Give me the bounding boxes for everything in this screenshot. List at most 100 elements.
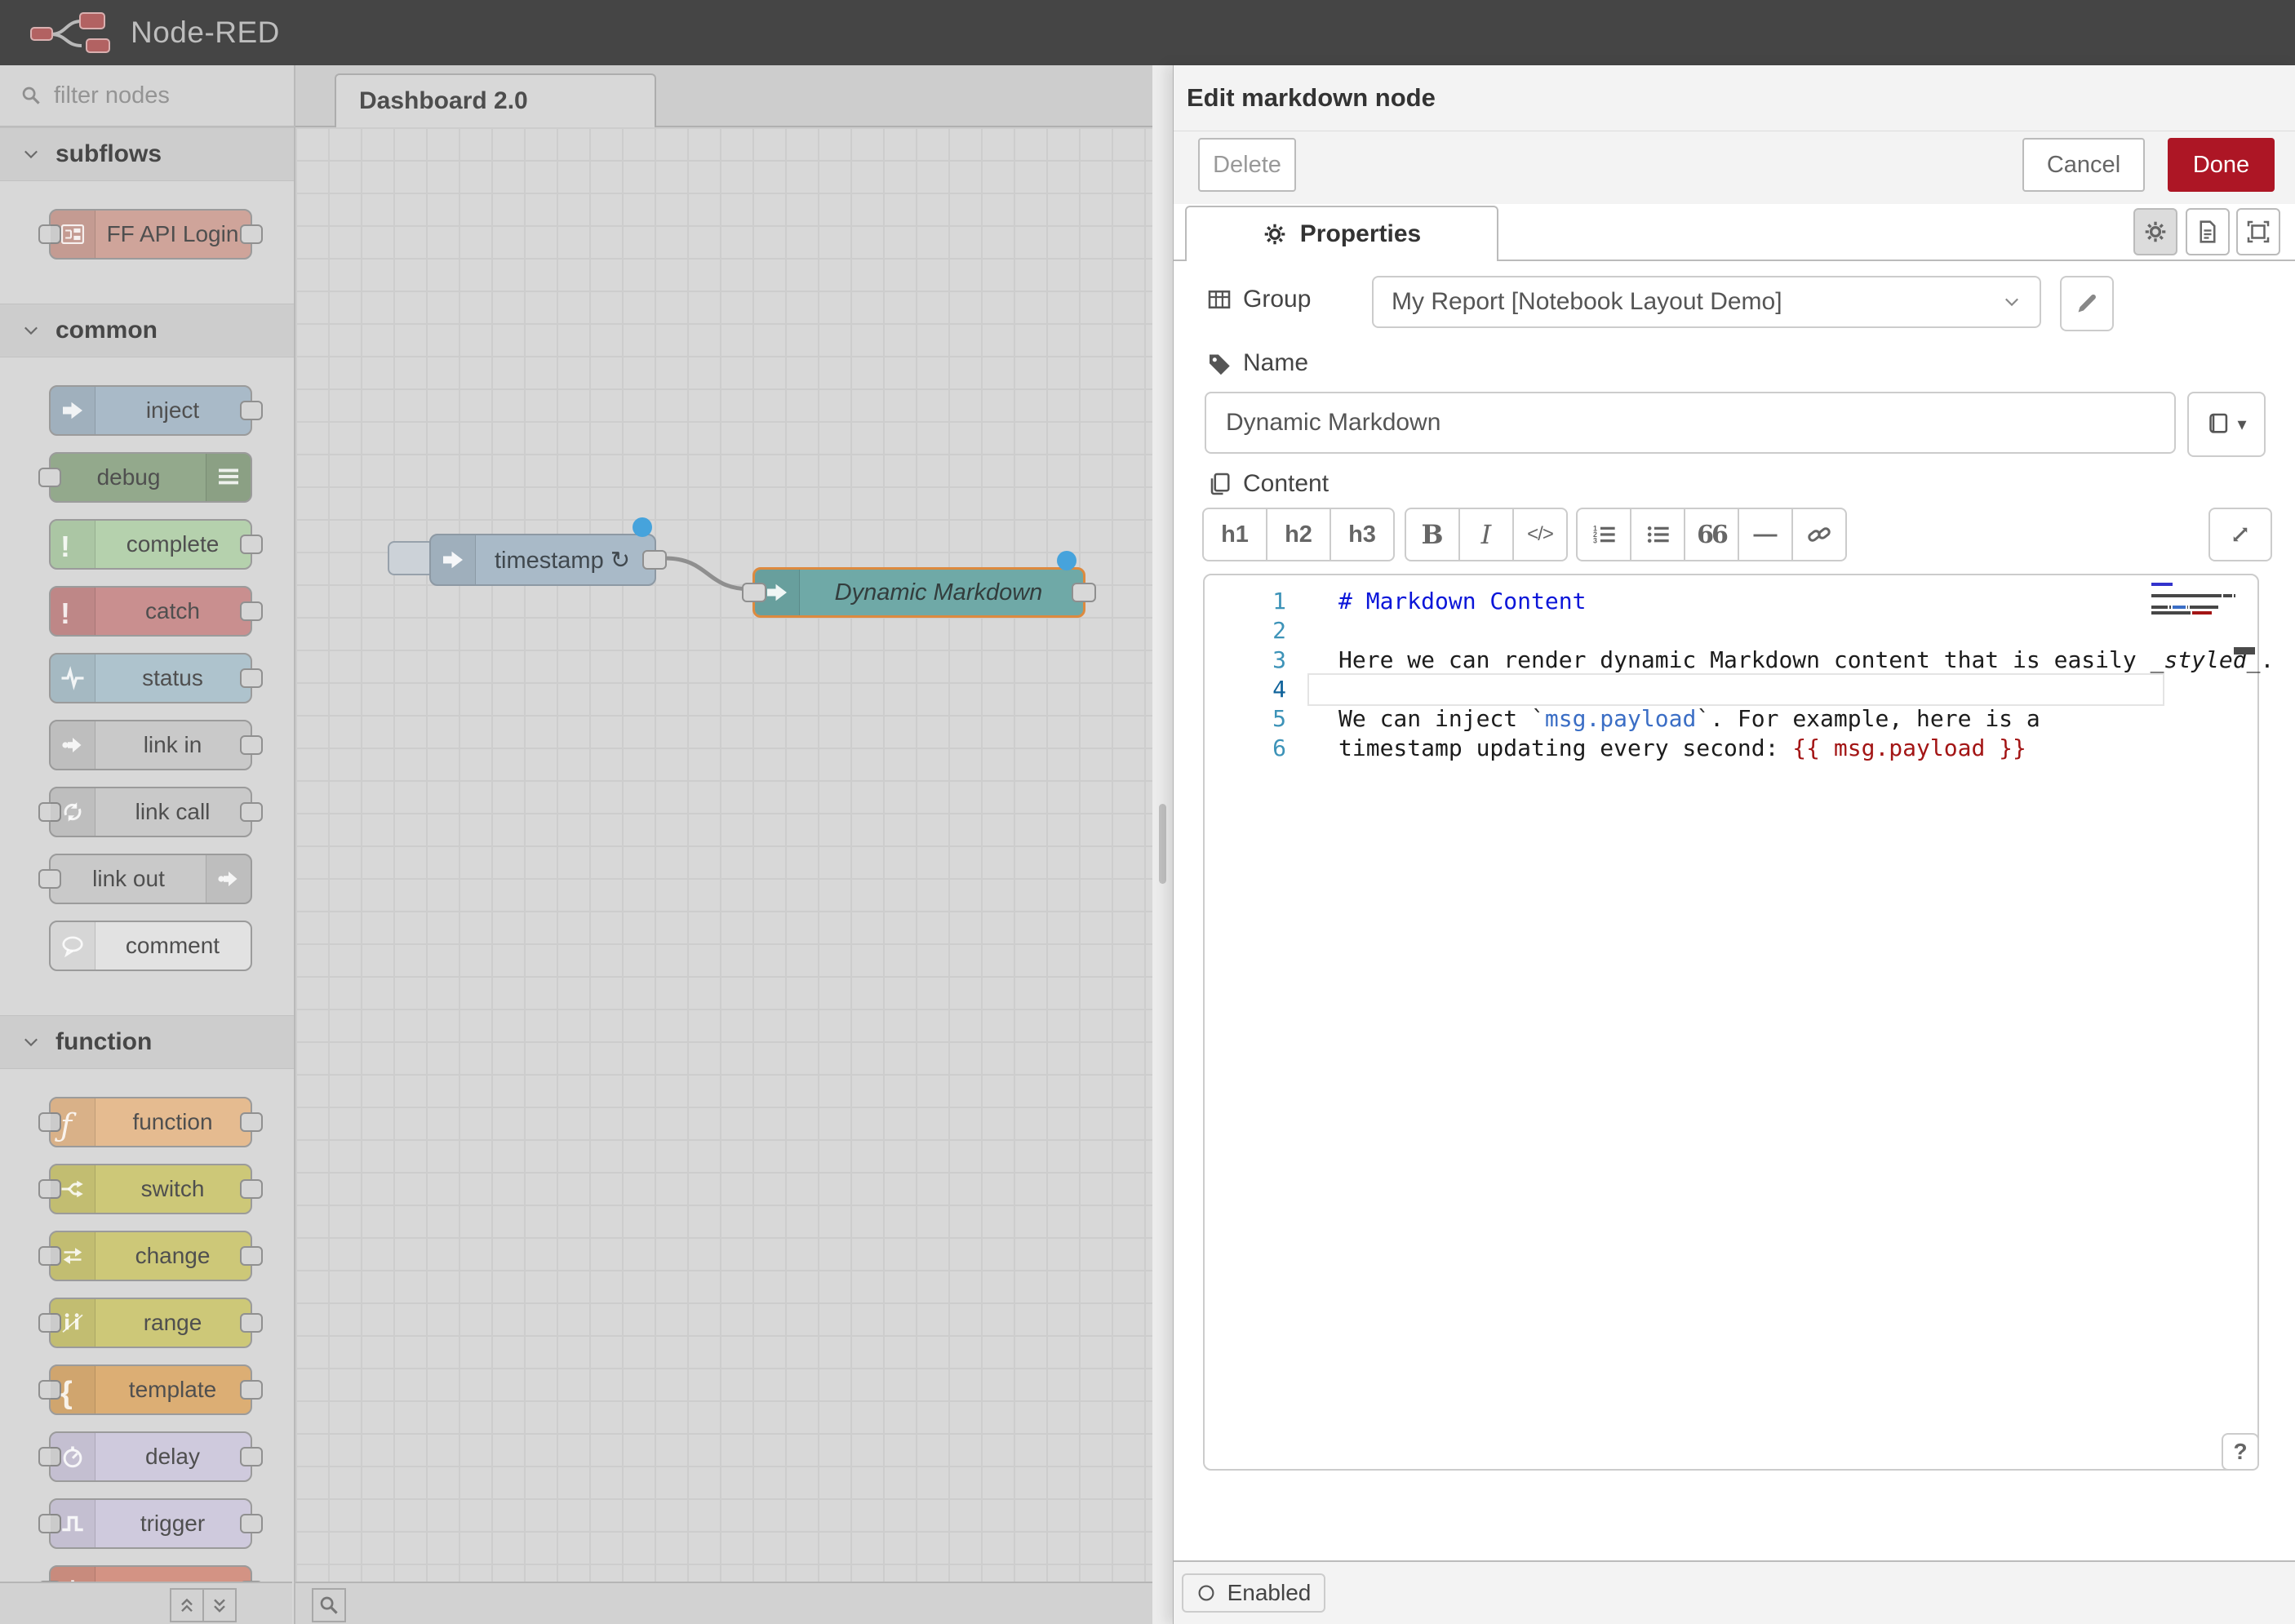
- output-port[interactable]: [642, 550, 667, 570]
- code-line-6[interactable]: 6timestamp updating every second: {{ msg…: [1205, 734, 2257, 763]
- palette-node-comment[interactable]: comment: [49, 921, 252, 971]
- node-palette: subflows FF API Login common inject debug !co…: [0, 65, 295, 1624]
- palette-node-trigger[interactable]: trigger: [49, 1498, 252, 1549]
- h3-button[interactable]: h3: [1331, 509, 1393, 560]
- panel-divider[interactable]: [1152, 65, 1173, 1624]
- group-select[interactable]: My Report [Notebook Layout Demo]: [1372, 276, 2041, 328]
- group-select-value: My Report [Notebook Layout Demo]: [1392, 288, 1782, 316]
- edit-group-button[interactable]: [2060, 276, 2114, 331]
- palette-node-link-in[interactable]: link in: [49, 720, 252, 770]
- palette-category-subflows[interactable]: subflows: [0, 127, 294, 181]
- palette-collapse-all-button[interactable]: [170, 1588, 204, 1622]
- line-number: 1: [1205, 587, 1316, 616]
- toolbar-group-headings: h1h2h3: [1202, 508, 1395, 561]
- pencil-icon: [2075, 291, 2099, 316]
- palette-expand-all-button[interactable]: [202, 1588, 237, 1622]
- description-view-button[interactable]: [2186, 208, 2230, 255]
- enabled-label: Enabled: [1227, 1580, 1312, 1606]
- tab-properties[interactable]: Properties: [1185, 206, 1498, 261]
- change-swap-icon: [51, 1232, 95, 1280]
- code-line-4[interactable]: 4: [1205, 675, 2257, 704]
- editor-minimap[interactable]: [2151, 582, 2236, 616]
- code-line-5[interactable]: 5We can inject `msg.payload`. For exampl…: [1205, 704, 2257, 734]
- palette-filter-input[interactable]: [52, 82, 260, 110]
- divider-grip-handle[interactable]: [1159, 804, 1166, 884]
- inject-trigger-button[interactable]: [388, 541, 435, 575]
- book-icon: [2206, 412, 2231, 437]
- node-enabled-toggle[interactable]: Enabled: [1182, 1573, 1325, 1613]
- double-chevron-down-icon: [210, 1595, 229, 1615]
- markdown-code-editor[interactable]: 1# Markdown Content23Here we can render …: [1203, 574, 2259, 1471]
- palette-category-label: subflows: [55, 140, 162, 168]
- palette-category-label: function: [55, 1028, 152, 1056]
- template-brace-icon: {: [51, 1366, 95, 1413]
- palette-search[interactable]: [0, 65, 294, 127]
- horizontal-rule-button[interactable]: —: [1739, 509, 1793, 560]
- delete-button[interactable]: Delete: [1198, 138, 1296, 192]
- function-f-icon: ƒ: [51, 1098, 95, 1146]
- code-line-2[interactable]: 2: [1205, 616, 2257, 646]
- italic-button[interactable]: I: [1460, 509, 1514, 560]
- flow-node-timestamp[interactable]: timestamp ↻: [429, 534, 656, 586]
- editor-help-button[interactable]: ?: [2222, 1433, 2259, 1471]
- expand-editor-button[interactable]: [2208, 508, 2272, 561]
- code-line-3[interactable]: 3Here we can render dynamic Markdown con…: [1205, 646, 2257, 675]
- link-button[interactable]: [1793, 509, 1845, 560]
- palette-category-common[interactable]: common: [0, 304, 294, 357]
- bold-button[interactable]: B: [1406, 509, 1460, 560]
- output-port[interactable]: [1072, 583, 1096, 602]
- palette-node-complete[interactable]: !complete: [49, 519, 252, 570]
- h2-button[interactable]: h2: [1267, 509, 1331, 560]
- tag-icon: [1207, 351, 1232, 375]
- tray-buttonbar: Delete Cancel Done: [1174, 131, 2295, 204]
- palette-category-function[interactable]: function: [0, 1015, 294, 1069]
- inject-arrow-icon: [431, 535, 476, 584]
- palette-node-FF-API-Login[interactable]: FF API Login: [49, 209, 252, 260]
- changed-indicator-dot: [1057, 551, 1076, 570]
- canvas-footer: [295, 1582, 1152, 1624]
- appearance-view-button[interactable]: [2236, 208, 2280, 255]
- palette-node-inject[interactable]: inject: [49, 385, 252, 436]
- palette-node-label: trigger: [95, 1511, 251, 1537]
- flow-node-dynamic-markdown[interactable]: Dynamic Markdown: [752, 567, 1085, 618]
- name-input[interactable]: [1205, 392, 2176, 454]
- palette-node-label: FF API Login: [95, 221, 251, 247]
- done-button[interactable]: Done: [2168, 138, 2275, 192]
- palette-node-catch[interactable]: !catch: [49, 586, 252, 637]
- palette-node-link-call[interactable]: link call: [49, 787, 252, 837]
- canvas-zoom-search-button[interactable]: [312, 1588, 346, 1622]
- code-button[interactable]: </>: [1514, 509, 1566, 560]
- expand-icon: [2228, 522, 2253, 547]
- palette-node-switch[interactable]: switch: [49, 1164, 252, 1214]
- palette-node-range[interactable]: range: [49, 1298, 252, 1348]
- palette-node-template[interactable]: {template: [49, 1364, 252, 1415]
- palette-node-function[interactable]: ƒfunction: [49, 1097, 252, 1147]
- palette-node-label: function: [95, 1109, 251, 1135]
- table-icon: [1207, 287, 1232, 312]
- palette-node-label: range: [95, 1310, 251, 1336]
- name-type-button[interactable]: ▾: [2187, 392, 2266, 457]
- comment-bubble-icon: [51, 922, 95, 970]
- appearance-icon: [2246, 220, 2271, 244]
- properties-view-button[interactable]: [2133, 208, 2177, 255]
- h1-button[interactable]: h1: [1204, 509, 1267, 560]
- ordered-list-button[interactable]: 123: [1578, 509, 1631, 560]
- caret-down-icon: ▾: [2237, 415, 2246, 433]
- cancel-button[interactable]: Cancel: [2022, 138, 2145, 192]
- unordered-list-button[interactable]: [1631, 509, 1685, 560]
- palette-node-delay[interactable]: delay: [49, 1431, 252, 1482]
- palette-node-debug[interactable]: debug: [49, 452, 252, 503]
- palette-node-status[interactable]: status: [49, 653, 252, 703]
- line-text: We can inject `msg.payload`. For example…: [1316, 704, 2040, 734]
- flow-workspace[interactable]: timestamp ↻ Dynamic Markdown: [295, 127, 1152, 1583]
- palette-node-change[interactable]: change: [49, 1231, 252, 1281]
- line-number: 3: [1205, 646, 1316, 675]
- blockquote-button[interactable]: 66: [1685, 509, 1739, 560]
- link-arrow-icon: [206, 855, 251, 903]
- line-text: # Markdown Content: [1316, 587, 1586, 616]
- input-port[interactable]: [742, 583, 766, 602]
- palette-node-link-out[interactable]: link out: [49, 854, 252, 904]
- code-line-1[interactable]: 1# Markdown Content: [1205, 587, 2257, 616]
- flow-tab-dashboard[interactable]: Dashboard 2.0: [335, 73, 656, 127]
- chevron-down-icon: [21, 144, 41, 164]
